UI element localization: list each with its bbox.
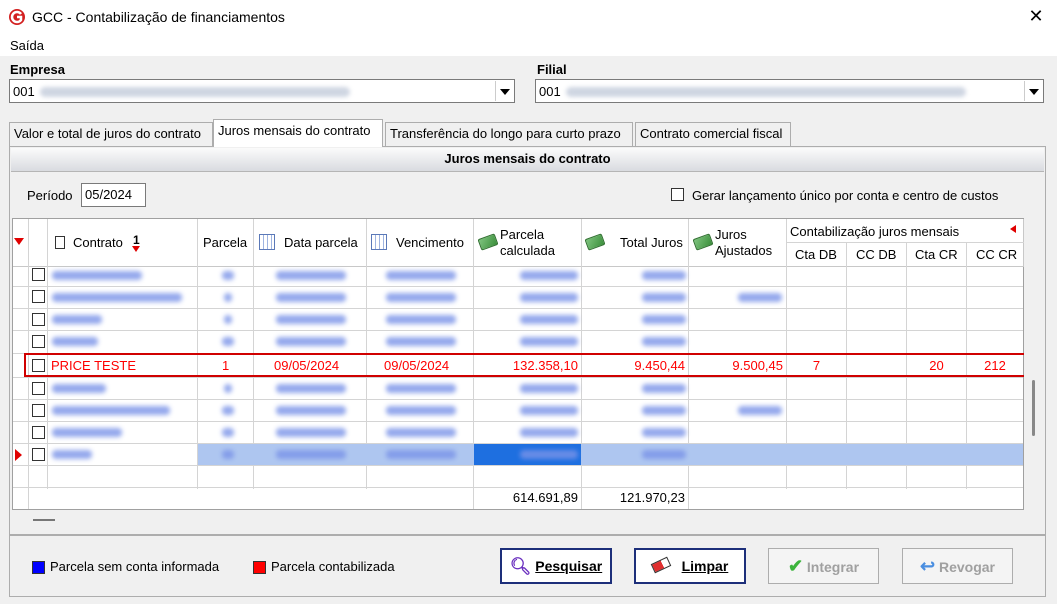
row-data-parcela: 09/05/2024 [274, 358, 340, 373]
calendar-icon [371, 234, 387, 250]
eraser-icon [650, 556, 671, 574]
filial-name-redacted [566, 87, 966, 97]
row-checkbox[interactable] [32, 404, 45, 417]
tab-juros-mensais[interactable]: Juros mensais do contrato [213, 119, 383, 147]
row-checkbox[interactable] [32, 382, 45, 395]
legend-sem-conta: Parcela sem conta informada [50, 559, 220, 574]
row-checkbox[interactable] [32, 268, 45, 281]
header-contrato[interactable]: Contrato [73, 235, 123, 250]
empresa-value: 001 [13, 84, 35, 99]
header-data-parcela[interactable]: Data parcela [284, 235, 358, 250]
panel-title: Juros mensais do contrato [11, 148, 1044, 172]
header-contabilizacao: Contabilização juros mensais [790, 224, 960, 239]
header-juros-ajustados-2[interactable]: Ajustados [715, 243, 772, 258]
header-vencimento[interactable]: Vencimento [396, 235, 464, 250]
close-icon[interactable]: ✕ [1024, 4, 1048, 28]
row-line [13, 286, 1023, 287]
limpar-button[interactable]: Limpar [634, 548, 746, 584]
row-cta-cr[interactable]: 20 [907, 358, 966, 373]
empresa-select[interactable]: 001 [9, 79, 515, 103]
limpar-label: Limpar [681, 558, 729, 574]
periodo-input[interactable]: 05/2024 [81, 183, 146, 207]
gerar-lancamento-checkbox[interactable] [671, 188, 684, 201]
search-icon: 🔍︎ [509, 557, 532, 576]
periodo-label: Período [27, 188, 73, 203]
sort-order-number: 1 [133, 233, 140, 247]
vertical-scrollbar[interactable] [1024, 219, 1043, 509]
row-line [13, 399, 1023, 400]
filial-value: 001 [539, 84, 561, 99]
header-parcela-calculada-1[interactable]: Parcela [500, 227, 544, 242]
gerar-lancamento-label: Gerar lançamento único por conta e centr… [692, 188, 999, 203]
row-indicator-down-icon [14, 238, 24, 245]
revogar-label: Revogar [938, 559, 995, 575]
row-line [13, 465, 1023, 466]
legend-red-swatch [253, 561, 266, 574]
integrar-button[interactable]: ✔ Integrar [768, 548, 879, 584]
row-contrato[interactable]: PRICE TESTE [51, 358, 136, 373]
row-line [13, 421, 1023, 422]
menu-saida[interactable]: Saída [10, 38, 44, 53]
legend-blue-swatch [32, 561, 45, 574]
row-checkbox[interactable] [32, 426, 45, 439]
header-cc-cr[interactable]: CC CR [976, 247, 1017, 262]
legend-contabilizada: Parcela contabilizada [271, 559, 395, 574]
window-title: GCC - Contabilização de financiamentos [32, 9, 285, 25]
app-logo-icon [9, 9, 25, 25]
document-icon [55, 236, 65, 249]
row-checkbox[interactable] [32, 290, 45, 303]
pesquisar-label: Pesquisar [535, 558, 603, 574]
chevron-down-icon[interactable] [1024, 81, 1042, 101]
row-line [13, 330, 1023, 331]
filial-label: Filial [537, 62, 567, 77]
menu-bar [0, 34, 1057, 56]
row-vencimento: 09/05/2024 [384, 358, 450, 373]
row-checkbox[interactable] [32, 313, 45, 326]
row-checkbox[interactable] [32, 448, 45, 461]
splitter-handle[interactable] [33, 519, 55, 521]
revogar-button[interactable]: ↩ Revogar [902, 548, 1013, 584]
row-juros-ajustados: 9.500,45 [732, 358, 783, 373]
header-cc-db[interactable]: CC DB [856, 247, 896, 262]
row-parcela: 1 [222, 358, 230, 373]
total-parcela-calculada: 614.691,89 [512, 490, 578, 505]
tab-contrato-comercial-fiscal[interactable]: Contrato comercial fiscal [635, 122, 791, 146]
row-line [13, 487, 1023, 488]
pesquisar-button[interactable]: 🔍︎ Pesquisar [500, 548, 612, 584]
row-checkbox[interactable] [32, 335, 45, 348]
empresa-name-redacted [40, 87, 350, 97]
current-row-indicator-icon [15, 449, 22, 461]
header-parcela[interactable]: Parcela [203, 235, 247, 250]
total-total-juros: 121.970,23 [619, 490, 685, 505]
scrollbar-thumb[interactable] [1032, 380, 1035, 436]
header-cta-db[interactable]: Cta DB [795, 247, 837, 262]
grid-line [786, 242, 1024, 243]
undo-icon: ↩ [919, 556, 936, 576]
chevron-down-icon[interactable] [495, 81, 513, 101]
collapse-arrow-icon[interactable] [1010, 225, 1016, 233]
header-parcela-calculada-2[interactable]: calculada [500, 243, 555, 258]
sort-arrow-icon [132, 246, 140, 252]
filial-select[interactable]: 001 [535, 79, 1044, 103]
row-cta-db[interactable]: 7 [787, 358, 846, 373]
row-line [13, 308, 1023, 309]
header-juros-ajustados-1[interactable]: Juros [715, 227, 747, 242]
row-line [13, 377, 1023, 378]
row-parcela-calculada: 132.358,10 [512, 358, 578, 373]
empresa-label: Empresa [10, 62, 65, 77]
tab-transferencia[interactable]: Transferência do longo para curto prazo [385, 122, 633, 146]
header-total-juros[interactable]: Total Juros [620, 235, 683, 250]
check-icon: ✔ [787, 556, 804, 576]
row-cc-cr[interactable]: 212 [967, 358, 1023, 373]
calendar-icon [259, 234, 275, 250]
header-cta-cr[interactable]: Cta CR [915, 247, 958, 262]
tab-valor-total-juros[interactable]: Valor e total de juros do contrato [9, 122, 213, 146]
integrar-label: Integrar [806, 559, 860, 575]
row-total-juros: 9.450,44 [634, 358, 685, 373]
